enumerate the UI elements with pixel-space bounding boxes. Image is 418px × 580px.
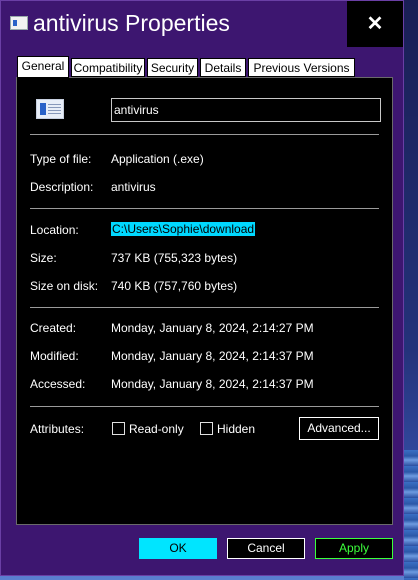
size-on-disk-label: Size on disk:	[30, 279, 99, 293]
desktop-wallpaper-edge	[404, 450, 418, 580]
modified-label: Modified:	[30, 349, 79, 363]
apply-button[interactable]: Apply	[315, 538, 393, 559]
divider	[30, 406, 379, 407]
properties-window-icon	[10, 16, 28, 30]
tab-general[interactable]: General	[17, 56, 69, 78]
general-tab-panel: antivirus Type of file: Application (.ex…	[16, 77, 393, 525]
ok-button[interactable]: OK	[139, 538, 217, 559]
title-bar[interactable]: antivirus Properties ✕	[1, 1, 403, 47]
type-of-file-label: Type of file:	[30, 152, 92, 166]
divider	[30, 134, 379, 135]
created-value: Monday, January 8, 2024, 2:14:27 PM	[111, 321, 314, 335]
size-label: Size:	[30, 251, 57, 265]
hidden-checkbox[interactable]	[200, 422, 213, 435]
file-name-field[interactable]: antivirus	[111, 98, 381, 122]
location-value[interactable]: C:\Users\Sophie\download	[111, 222, 256, 236]
tab-previous-versions[interactable]: Previous Versions	[248, 58, 355, 77]
divider	[30, 307, 379, 308]
attributes-label: Attributes:	[30, 422, 85, 436]
size-value: 737 KB (755,323 bytes)	[111, 251, 238, 265]
description-label: Description:	[30, 180, 94, 194]
location-label: Location:	[30, 223, 79, 237]
tab-security[interactable]: Security	[147, 58, 198, 77]
close-button[interactable]: ✕	[347, 1, 403, 47]
hidden-label[interactable]: Hidden	[217, 422, 255, 436]
properties-dialog: antivirus Properties ✕ General Compatibi…	[0, 0, 404, 576]
read-only-label[interactable]: Read-only	[129, 422, 184, 436]
tab-details[interactable]: Details	[200, 58, 246, 77]
read-only-checkbox[interactable]	[112, 422, 125, 435]
tab-compatibility[interactable]: Compatibility	[71, 58, 145, 77]
divider	[30, 208, 379, 209]
size-on-disk-value: 740 KB (757,760 bytes)	[111, 279, 238, 293]
window-title: antivirus Properties	[33, 10, 230, 36]
modified-value: Monday, January 8, 2024, 2:14:37 PM	[111, 349, 314, 363]
type-of-file-value: Application (.exe)	[111, 152, 204, 166]
accessed-value: Monday, January 8, 2024, 2:14:37 PM	[111, 377, 314, 391]
application-file-icon	[36, 99, 64, 119]
created-label: Created:	[30, 321, 77, 335]
close-icon: ✕	[366, 13, 384, 35]
advanced-button[interactable]: Advanced...	[299, 417, 379, 440]
accessed-label: Accessed:	[30, 377, 86, 391]
cancel-button[interactable]: Cancel	[227, 538, 305, 559]
description-value: antivirus	[111, 180, 156, 194]
